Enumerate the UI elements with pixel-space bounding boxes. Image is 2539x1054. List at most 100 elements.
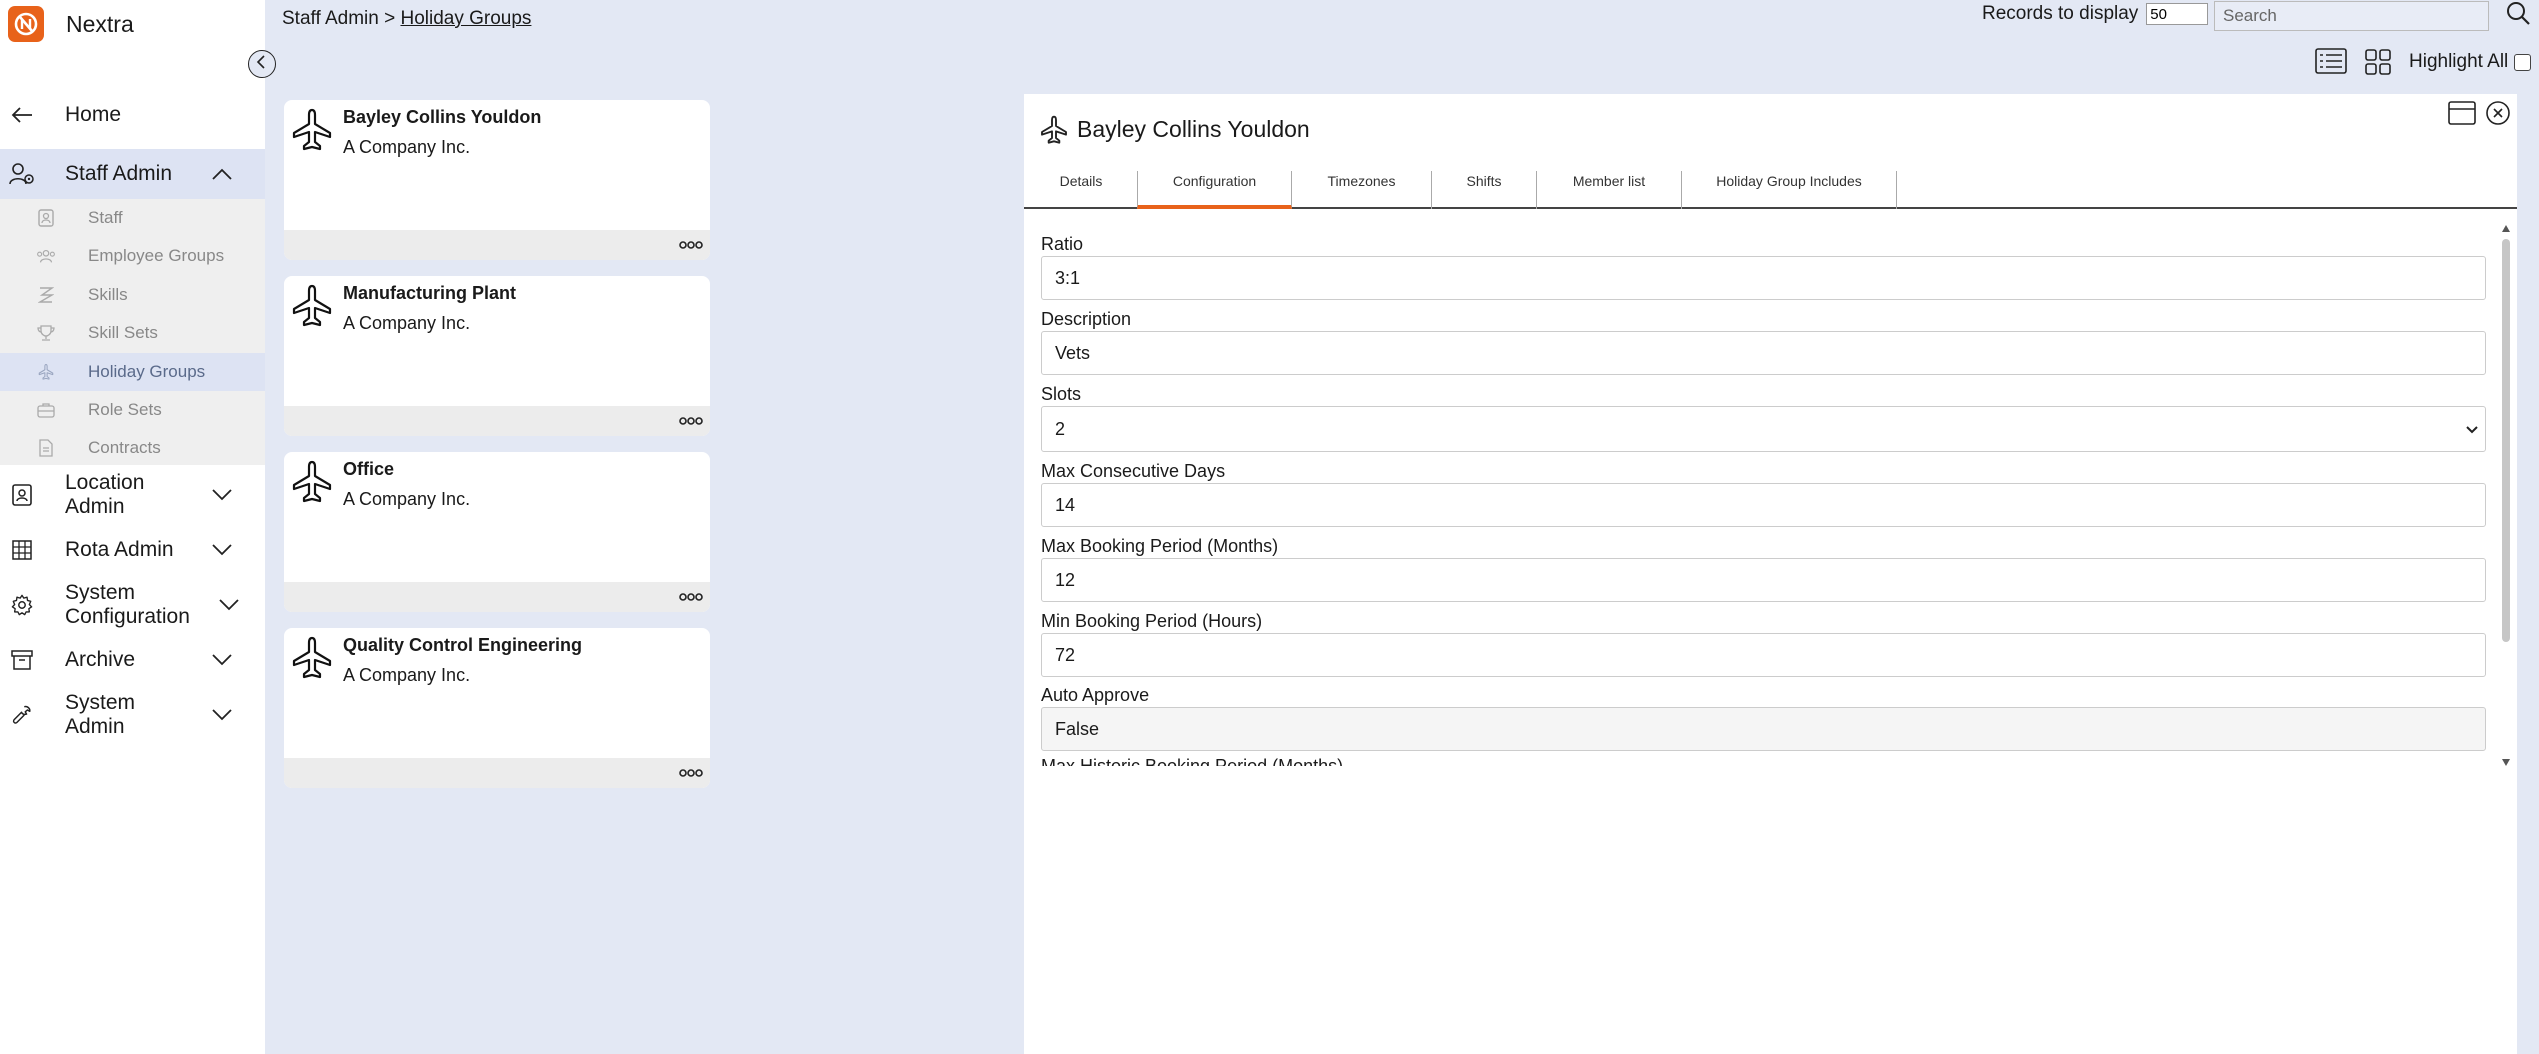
tab-configuration[interactable]: Configuration (1137, 171, 1292, 209)
holiday-group-card[interactable]: Bayley Collins Youldon A Company Inc. (284, 100, 710, 260)
ratio-input[interactable]: 3:1 (1041, 256, 2486, 300)
chevron-down-icon[interactable] (211, 649, 233, 671)
max-consecutive-days-input[interactable]: 14 (1041, 483, 2486, 527)
list-view-button[interactable] (2315, 48, 2347, 79)
card-title: Quality Control Engineering (343, 635, 583, 655)
field-label: Max Historic Booking Period (Months) (1041, 756, 1344, 766)
collapse-sidebar-button[interactable] (248, 50, 276, 78)
form-scrollbar[interactable] (2500, 225, 2512, 766)
auto-approve-input[interactable]: False (1041, 707, 2486, 751)
field-value: Vets (1055, 342, 1091, 363)
plane-icon (1038, 114, 1070, 151)
search-icon (2505, 0, 2531, 31)
tab-label: Details (1059, 173, 1103, 189)
card-subtitle: A Company Inc. (343, 665, 471, 685)
field-value: 12 (1055, 569, 1076, 590)
list-view-icon (2315, 48, 2347, 78)
sidebar-item-holiday-groups[interactable]: Holiday Groups (0, 353, 265, 391)
highlight-all-checkbox[interactable] (2514, 53, 2532, 71)
min-booking-period-field: Min Booking Period (Hours) 72 (1041, 611, 2486, 677)
breadcrumb-current[interactable]: Holiday Groups (400, 8, 531, 29)
scroll-thumb[interactable] (2502, 239, 2510, 642)
archive-box-icon (9, 647, 35, 673)
sidebar-item-employee-groups[interactable]: Employee Groups (0, 237, 265, 275)
search-input[interactable] (2214, 1, 2489, 31)
sidebar-item-skill-sets[interactable]: Skill Sets (0, 314, 265, 352)
holiday-group-card[interactable]: Office A Company Inc. (284, 452, 710, 612)
card-footer (284, 406, 710, 436)
plane-icon (288, 106, 336, 154)
brand[interactable]: Nextra (8, 6, 134, 42)
slots-field: Slots 2 (1041, 384, 2486, 452)
document-icon (36, 438, 56, 458)
sidebar-item-label: Staff (88, 208, 123, 227)
search-button[interactable] (2503, 0, 2533, 30)
scroll-up-arrow-icon[interactable] (2502, 225, 2510, 232)
nav-home[interactable]: Home (0, 100, 265, 130)
card-title: Manufacturing Plant (343, 283, 517, 303)
nav-system-configuration-label: System Configuration (65, 581, 190, 628)
more-options-icon[interactable] (678, 410, 704, 432)
nextra-logo-icon (8, 6, 44, 42)
tab-label: Shifts (1466, 173, 1502, 189)
tab-shifts[interactable]: Shifts (1432, 171, 1537, 209)
sidebar-item-staff[interactable]: Staff (0, 199, 265, 237)
staff-icon (36, 208, 56, 228)
chevron-up-icon[interactable] (211, 163, 233, 185)
tab-timezones[interactable]: Timezones (1292, 171, 1432, 209)
holiday-group-card[interactable]: Quality Control Engineering A Company In… (284, 628, 710, 788)
more-options-icon[interactable] (678, 234, 704, 256)
description-field: Description Vets (1041, 309, 2486, 375)
nav-staff-admin[interactable]: Staff Admin (0, 149, 265, 199)
more-options-icon[interactable] (678, 586, 704, 608)
chevron-down-icon[interactable] (211, 539, 233, 561)
chevron-down-icon[interactable] (211, 484, 233, 506)
field-label: Slots (1041, 384, 1082, 404)
nav-system-admin[interactable]: System Admin (0, 690, 265, 740)
slots-select[interactable]: 2 (1041, 406, 2486, 452)
more-options-icon[interactable] (678, 762, 704, 784)
breadcrumb-separator: > (378, 8, 401, 29)
trophy-icon (36, 323, 56, 343)
highlight-all-label: Highlight All (2409, 51, 2509, 72)
field-value: 14 (1055, 494, 1076, 515)
card-subtitle: A Company Inc. (343, 313, 471, 333)
field-label: Description (1041, 309, 1132, 329)
grid-view-button[interactable] (2365, 49, 2391, 80)
staff-admin-submenu: Staff Employee Groups Skills Skill Sets … (0, 199, 265, 465)
scroll-down-arrow-icon[interactable] (2502, 759, 2510, 766)
nav-rota-admin[interactable]: Rota Admin (0, 536, 265, 564)
field-label: Ratio (1041, 234, 1084, 254)
tab-details[interactable]: Details (1024, 171, 1138, 209)
card-footer (284, 582, 710, 612)
nav-location-admin[interactable]: Location Admin (0, 470, 265, 520)
sidebar-item-contracts[interactable]: Contracts (0, 429, 265, 467)
max-booking-period-input[interactable]: 12 (1041, 558, 2486, 602)
sidebar-item-skills[interactable]: Skills (0, 276, 265, 314)
records-input[interactable] (2146, 3, 2209, 25)
tab-holiday-group-includes[interactable]: Holiday Group Includes (1682, 171, 1897, 209)
tab-member-list[interactable]: Member list (1537, 171, 1682, 209)
calendar-grid-icon (9, 537, 35, 563)
nav-system-configuration[interactable]: System Configuration (0, 580, 265, 630)
chevron-down-icon[interactable] (211, 704, 233, 726)
field-label: Max Booking Period (Months) (1041, 536, 1279, 556)
tab-label: Member list (1572, 173, 1646, 189)
field-label: Max Consecutive Days (1041, 461, 1226, 481)
briefcase-icon (36, 400, 56, 420)
ratio-field: Ratio 3:1 (1041, 234, 2486, 300)
nav-home-label: Home (65, 103, 122, 126)
nav-archive[interactable]: Archive (0, 646, 265, 674)
close-icon[interactable] (2485, 100, 2511, 131)
holiday-group-card[interactable]: Manufacturing Plant A Company Inc. (284, 276, 710, 436)
chevron-down-icon (2465, 419, 2479, 440)
back-arrow-icon (9, 102, 35, 128)
sidebar-item-role-sets[interactable]: Role Sets (0, 391, 265, 429)
grid-view-icon (2365, 49, 2391, 79)
breadcrumb-root[interactable]: Staff Admin (282, 8, 379, 29)
chevron-down-icon[interactable] (218, 594, 240, 616)
min-booking-period-input[interactable]: 72 (1041, 633, 2486, 677)
field-value: False (1055, 718, 1100, 739)
maximize-panel-icon[interactable] (2448, 101, 2476, 130)
description-input[interactable]: Vets (1041, 331, 2486, 375)
